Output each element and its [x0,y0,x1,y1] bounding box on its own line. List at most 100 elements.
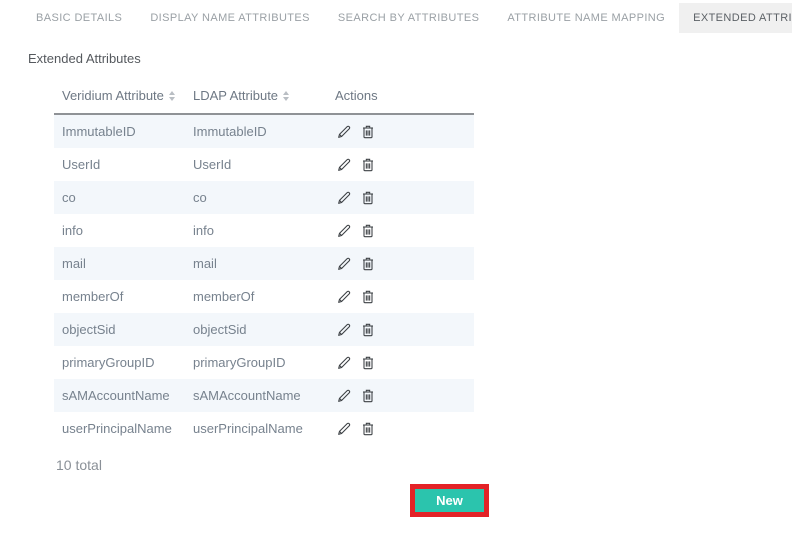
edit-icon [336,355,352,371]
table-row: userPrincipalName userPrincipalName [54,412,474,445]
actions-cell [327,189,474,207]
table-header-row: Veridium Attribute LDAP Attribute Action… [54,79,474,115]
page-title: Extended Attributes [28,51,792,66]
edit-icon [336,124,352,140]
column-header-label: Veridium Attribute [62,88,164,103]
edit-button[interactable] [335,321,353,339]
total-count-label: 10 total [56,457,792,473]
edit-button[interactable] [335,420,353,438]
delete-button[interactable] [359,156,377,174]
actions-cell [327,321,474,339]
tab-display-name-attributes[interactable]: DISPLAY NAME ATTRIBUTES [136,3,324,33]
edit-button[interactable] [335,288,353,306]
delete-button[interactable] [359,288,377,306]
column-header-label: Actions [335,88,378,103]
edit-icon [336,223,352,239]
trash-icon [360,124,376,140]
trash-icon [360,322,376,338]
tab-attribute-name-mapping[interactable]: ATTRIBUTE NAME MAPPING [493,3,679,33]
new-button[interactable]: New [415,489,484,512]
trash-icon [360,388,376,404]
edit-button[interactable] [335,156,353,174]
veridium-attribute-cell: memberOf [54,289,185,304]
ldap-attribute-cell: ImmutableID [185,124,327,139]
delete-button[interactable] [359,420,377,438]
veridium-attribute-cell: userPrincipalName [54,421,185,436]
delete-button[interactable] [359,123,377,141]
red-highlight-box: New [410,484,489,517]
ldap-attribute-cell: sAMAccountName [185,388,327,403]
table-row: UserId UserId [54,148,474,181]
actions-cell [327,123,474,141]
extended-attributes-page: BASIC DETAILSDISPLAY NAME ATTRIBUTESSEAR… [0,0,792,549]
edit-button[interactable] [335,255,353,273]
actions-cell [327,354,474,372]
edit-icon [336,157,352,173]
edit-icon [336,256,352,272]
tab-basic-details[interactable]: BASIC DETAILS [22,3,136,33]
tab-extended-attributes[interactable]: EXTENDED ATTRIBUTES [679,3,792,33]
veridium-attribute-cell: primaryGroupID [54,355,185,370]
delete-button[interactable] [359,189,377,207]
ldap-attribute-cell: objectSid [185,322,327,337]
table-row: mail mail [54,247,474,280]
delete-button[interactable] [359,354,377,372]
veridium-attribute-cell: ImmutableID [54,124,185,139]
table-row: co co [54,181,474,214]
trash-icon [360,223,376,239]
actions-cell [327,222,474,240]
edit-icon [336,190,352,206]
table-row: memberOf memberOf [54,280,474,313]
ldap-attribute-cell: UserId [185,157,327,172]
sort-icon[interactable] [283,91,289,101]
edit-button[interactable] [335,222,353,240]
column-header-label: LDAP Attribute [193,88,278,103]
table-row: objectSid objectSid [54,313,474,346]
delete-button[interactable] [359,387,377,405]
veridium-attribute-cell: UserId [54,157,185,172]
ldap-attribute-cell: info [185,223,327,238]
trash-icon [360,289,376,305]
edit-button[interactable] [335,123,353,141]
actions-cell [327,387,474,405]
edit-button[interactable] [335,387,353,405]
tab-bar: BASIC DETAILSDISPLAY NAME ATTRIBUTESSEAR… [0,3,792,33]
ldap-attribute-cell: memberOf [185,289,327,304]
veridium-attribute-cell: mail [54,256,185,271]
delete-button[interactable] [359,222,377,240]
extended-attributes-table: Veridium Attribute LDAP Attribute Action… [54,79,474,445]
trash-icon [360,355,376,371]
edit-button[interactable] [335,354,353,372]
actions-cell [327,255,474,273]
table-body: ImmutableID ImmutableID [54,115,474,445]
ldap-attribute-cell: mail [185,256,327,271]
veridium-attribute-cell: info [54,223,185,238]
ldap-attribute-cell: primaryGroupID [185,355,327,370]
ldap-attribute-cell: userPrincipalName [185,421,327,436]
delete-button[interactable] [359,255,377,273]
sort-icon[interactable] [169,91,175,101]
veridium-attribute-cell: co [54,190,185,205]
trash-icon [360,190,376,206]
actions-cell [327,420,474,438]
edit-icon [336,322,352,338]
veridium-attribute-cell: sAMAccountName [54,388,185,403]
column-header-veridium-attribute[interactable]: Veridium Attribute [54,88,185,103]
edit-icon [336,388,352,404]
tab-search-by-attributes[interactable]: SEARCH BY ATTRIBUTES [324,3,493,33]
table-row: sAMAccountName sAMAccountName [54,379,474,412]
trash-icon [360,256,376,272]
table-row: ImmutableID ImmutableID [54,115,474,148]
edit-icon [336,421,352,437]
actions-cell [327,288,474,306]
edit-button[interactable] [335,189,353,207]
column-header-ldap-attribute[interactable]: LDAP Attribute [185,88,327,103]
table-row: primaryGroupID primaryGroupID [54,346,474,379]
edit-icon [336,289,352,305]
delete-button[interactable] [359,321,377,339]
trash-icon [360,421,376,437]
table-row: info info [54,214,474,247]
actions-cell [327,156,474,174]
trash-icon [360,157,376,173]
veridium-attribute-cell: objectSid [54,322,185,337]
